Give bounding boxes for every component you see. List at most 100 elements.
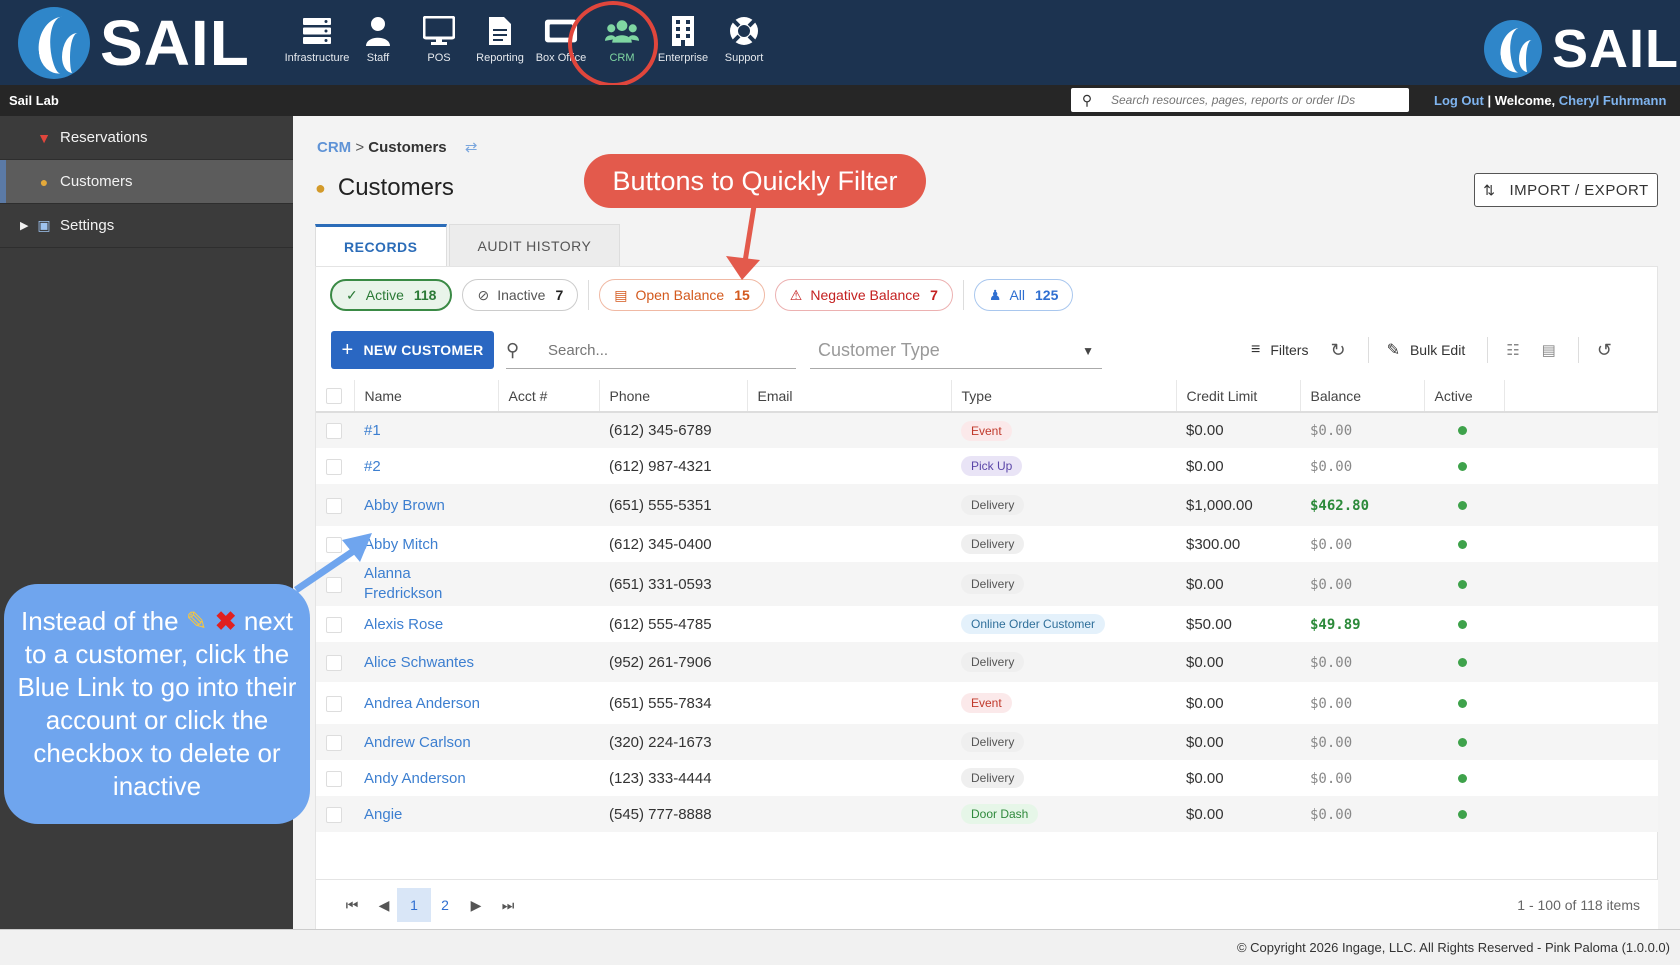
bulk-edit-button[interactable]: ✎ Bulk Edit [1387,340,1466,360]
chip-open-balance[interactable]: ▤ Open Balance 15 [599,279,765,311]
next-page-icon[interactable]: ▶ [466,888,486,922]
tab-records[interactable]: RECORDS [315,224,447,266]
credit-limit-cell: $0.00 [1186,769,1224,787]
breadcrumb-crm-link[interactable]: CRM [317,139,351,156]
select-all-header[interactable] [316,380,355,413]
prev-page-icon[interactable]: ◀ [374,888,394,922]
import-export-button[interactable]: ⇅ IMPORT / EXPORT [1474,173,1658,207]
customer-name-cell: #1 [354,412,498,448]
active-status-dot [1458,539,1467,549]
customer-name-cell: Abby Brown [354,484,498,526]
sail-logo[interactable]: SAIL [18,6,250,80]
page-2-button[interactable]: 2 [433,888,457,922]
row-select-cell[interactable] [316,448,354,484]
balance-cell: $49.89 [1300,606,1424,642]
credit-limit-cell: $300.00 [1186,535,1241,553]
divider [1487,337,1489,363]
new-customer-button[interactable]: + NEW CUSTOMER [331,331,494,369]
customer-name-link[interactable]: Andrew Carlson [364,734,471,751]
excel-export-icon[interactable]: ☷ [1506,341,1519,359]
logout-link[interactable]: Log Out [1434,93,1484,108]
sidebar-item-reservations[interactable]: ▼ Reservations [0,116,293,160]
credit-limit-cell: $0.00 [1186,694,1224,712]
nav-staff[interactable]: Staff [349,14,407,64]
table-search-input[interactable] [548,342,778,359]
row-checkbox[interactable] [326,497,342,514]
first-page-icon[interactable]: ⏮ [342,888,362,922]
sidebar-item-customers[interactable]: ● Customers [0,160,293,204]
row-checkbox[interactable] [326,458,342,475]
chip-count: 125 [1035,287,1059,303]
row-select-cell[interactable] [316,642,354,682]
pdf-export-icon[interactable]: ▤ [1542,341,1556,359]
tab-audit-history[interactable]: AUDIT HISTORY [448,224,621,266]
nav-infrastructure[interactable]: Infrastructure [285,14,349,64]
row-select-cell[interactable] [316,412,354,448]
sort-arrows-icon: ⇅ [1483,181,1496,198]
row-checkbox[interactable] [326,734,342,751]
row-select-cell[interactable] [316,760,354,796]
col-credit-limit[interactable]: Credit Limit [1176,380,1301,413]
sidebar-item-settings[interactable]: ▶ ▣ Settings [0,204,293,248]
col-active[interactable]: Active [1424,380,1505,413]
customer-name-link[interactable]: Abby Mitch [364,536,438,553]
col-balance[interactable]: Balance [1300,380,1425,413]
global-search-input[interactable] [1111,93,1401,107]
row-checkbox[interactable] [326,654,342,671]
nav-enterprise[interactable]: Enterprise [654,14,712,64]
customer-name-link[interactable]: #2 [364,458,381,475]
last-page-icon[interactable]: ⏭ [498,888,518,922]
type-badge: Delivery [961,534,1025,554]
customer-name-link[interactable]: Abby Brown [364,497,445,514]
chip-negative-balance[interactable]: ⚠ Negative Balance 7 [774,279,953,311]
row-select-cell[interactable] [316,526,354,562]
row-select-cell[interactable] [316,682,354,724]
row-checkbox[interactable] [326,695,342,712]
row-select-cell[interactable] [316,724,354,760]
col-type[interactable]: Type [951,380,1177,413]
nav-pos[interactable]: POS [410,14,468,64]
acct-cell [498,412,599,448]
row-checkbox[interactable] [326,770,342,787]
table-row: Alanna Fredrickson (651) 331-0593 Delivery… [316,562,1658,606]
row-select-cell[interactable] [316,606,354,642]
chip-active[interactable]: ✓ Active 118 [330,279,453,311]
filters-button[interactable]: ≡ Filters [1251,341,1308,359]
customer-name-link[interactable]: Angie [364,806,402,823]
customer-name-link[interactable]: Andrea Anderson [364,695,480,712]
customer-name-link[interactable]: #1 [364,422,381,439]
row-checkbox[interactable] [326,806,342,823]
customer-name-link[interactable]: Alexis Rose [364,616,443,633]
row-checkbox[interactable] [326,423,342,440]
customer-name-link[interactable]: Alanna Fredrickson [364,564,460,604]
expand-caret-icon[interactable]: ▶ [20,219,28,232]
org-name: Sail Lab [9,93,59,108]
customer-type-select[interactable]: Customer Type ▼ [810,333,1102,369]
select-all-checkbox[interactable] [326,388,342,405]
refresh-icon[interactable]: ↻ [1330,340,1345,361]
customer-name-link[interactable]: Andy Anderson [364,770,466,787]
customer-name-link[interactable]: Alice Schwantes [364,654,474,671]
row-select-cell[interactable] [316,484,354,526]
user-name-link[interactable]: Cheryl Fuhrmann [1559,93,1667,108]
col-name[interactable]: Name [354,380,499,413]
history-icon[interactable]: ↺ [1597,340,1612,361]
chip-all[interactable]: ♟ All 125 [973,279,1074,311]
col-acct[interactable]: Acct # [498,380,600,413]
row-select-cell[interactable] [316,796,354,832]
row-checkbox[interactable] [326,576,342,593]
active-status-dot [1458,737,1467,747]
swap-icon[interactable]: ⇄ [465,139,478,156]
row-checkbox[interactable] [326,536,342,553]
nav-reporting[interactable]: Reporting [471,14,529,64]
table-search[interactable]: ⚲ [506,333,796,369]
chip-inactive[interactable]: ⊘ Inactive 7 [462,279,579,311]
col-email[interactable]: Email [747,380,952,413]
row-checkbox[interactable] [326,616,342,633]
page-1-button[interactable]: 1 [397,888,431,922]
phone-cell: (952) 261-7906 [609,653,712,671]
row-select-cell[interactable] [316,562,354,606]
global-search[interactable]: ⚲ [1071,88,1409,112]
col-phone[interactable]: Phone [599,380,748,413]
nav-support[interactable]: Support [715,14,773,64]
